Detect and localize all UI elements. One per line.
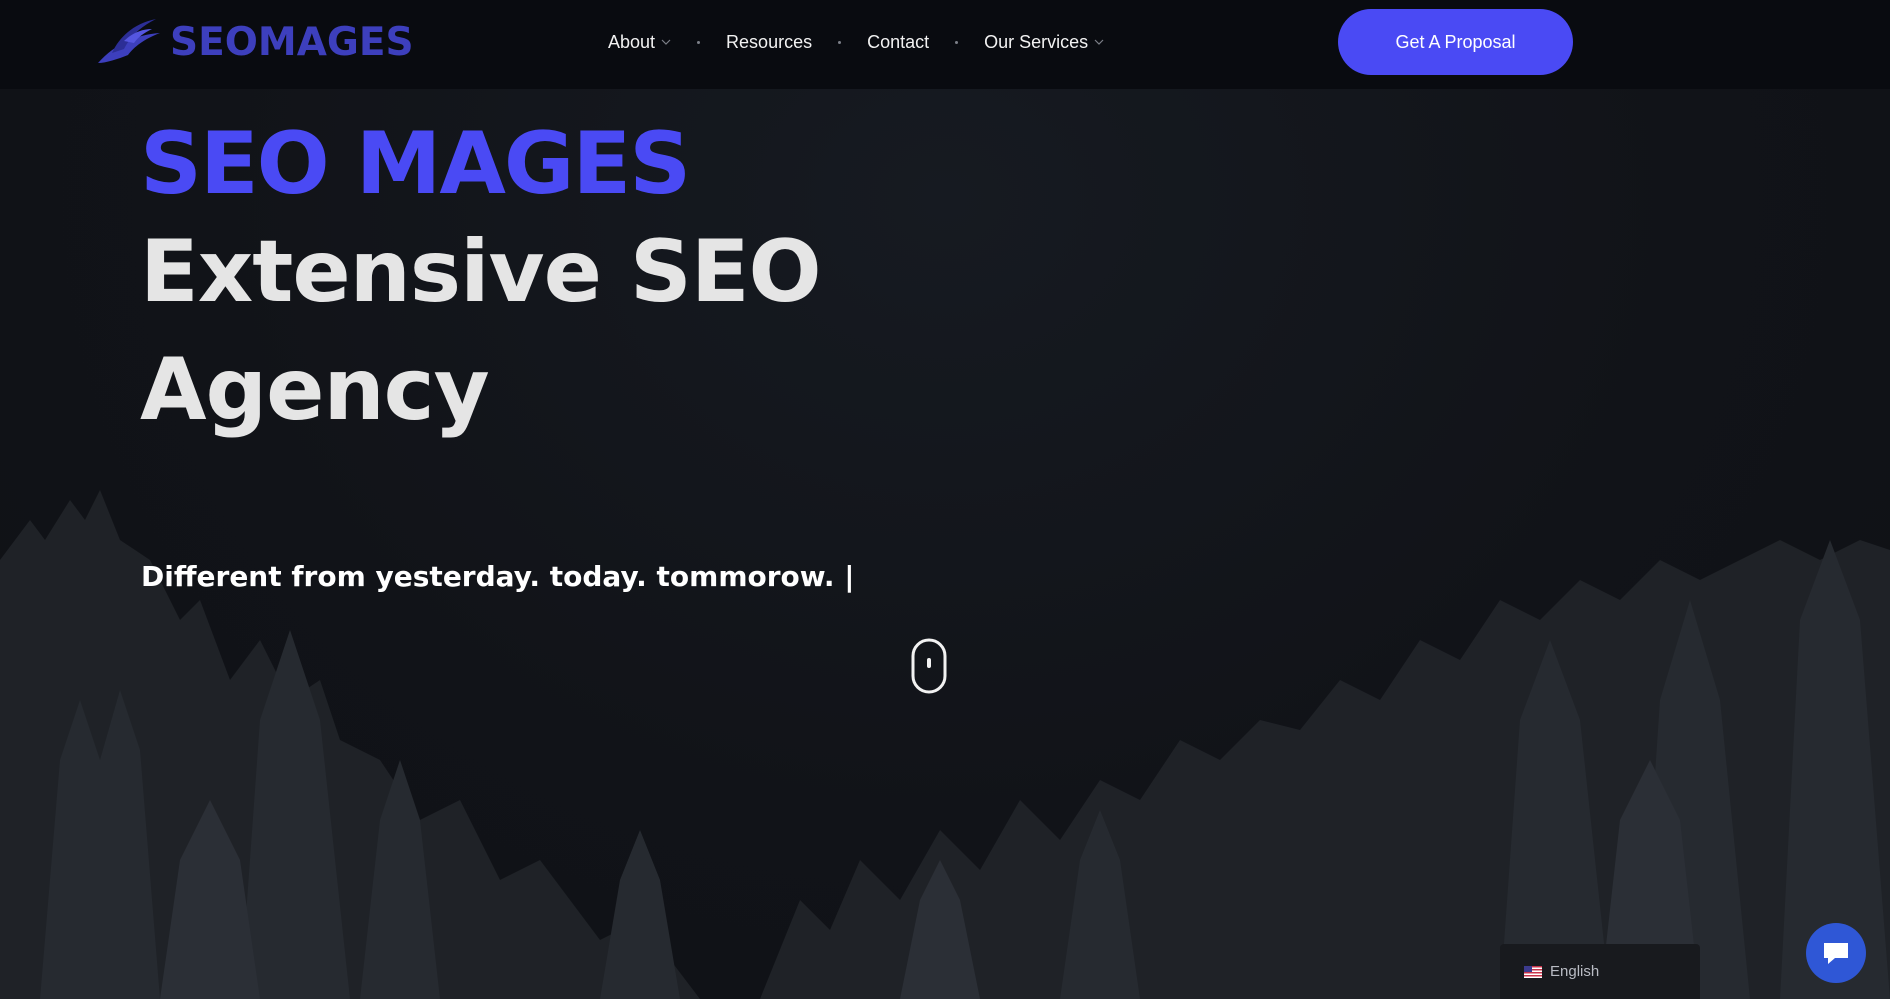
nav-item-label: Our Services xyxy=(984,31,1089,52)
logo-text: SEOMAGES xyxy=(170,19,414,65)
nav-item-label: Resources xyxy=(726,31,813,52)
nav-item-our-services[interactable]: Our Services xyxy=(984,32,1104,53)
nav-item-about[interactable]: About xyxy=(608,32,671,53)
chevron-down-icon xyxy=(661,39,671,45)
scroll-mouse-icon[interactable] xyxy=(911,638,947,694)
us-flag-icon xyxy=(1524,965,1542,978)
nav-separator-dot xyxy=(697,40,701,44)
hero-tagline: Different from yesterday. today. tommoro… xyxy=(141,560,855,593)
nav-item-contact[interactable]: Contact xyxy=(867,32,929,53)
nav-item-label: About xyxy=(608,31,656,52)
language-label: English xyxy=(1550,963,1600,980)
get-proposal-button[interactable]: Get A Proposal xyxy=(1338,9,1573,75)
nav-item-label: Contact xyxy=(867,31,930,52)
hero-brand-title: SEO MAGES xyxy=(140,114,691,214)
language-switcher[interactable]: English xyxy=(1500,944,1700,999)
nav-item-resources[interactable]: Resources xyxy=(726,32,812,53)
nav-separator-dot xyxy=(838,40,842,44)
logo-swoosh-icon xyxy=(98,19,160,63)
site-header: SEOMAGES About Resources Contact Our Ser… xyxy=(0,0,1890,89)
hero-headline: Extensive SEO Agency xyxy=(140,222,822,440)
chat-button[interactable] xyxy=(1806,923,1866,983)
chevron-down-icon xyxy=(1094,39,1104,45)
main-navigation: About Resources Contact Our Services xyxy=(608,26,1104,58)
chat-bubble-icon xyxy=(1824,943,1848,964)
nav-separator-dot xyxy=(955,40,959,44)
site-logo[interactable]: SEOMAGES xyxy=(94,14,414,70)
